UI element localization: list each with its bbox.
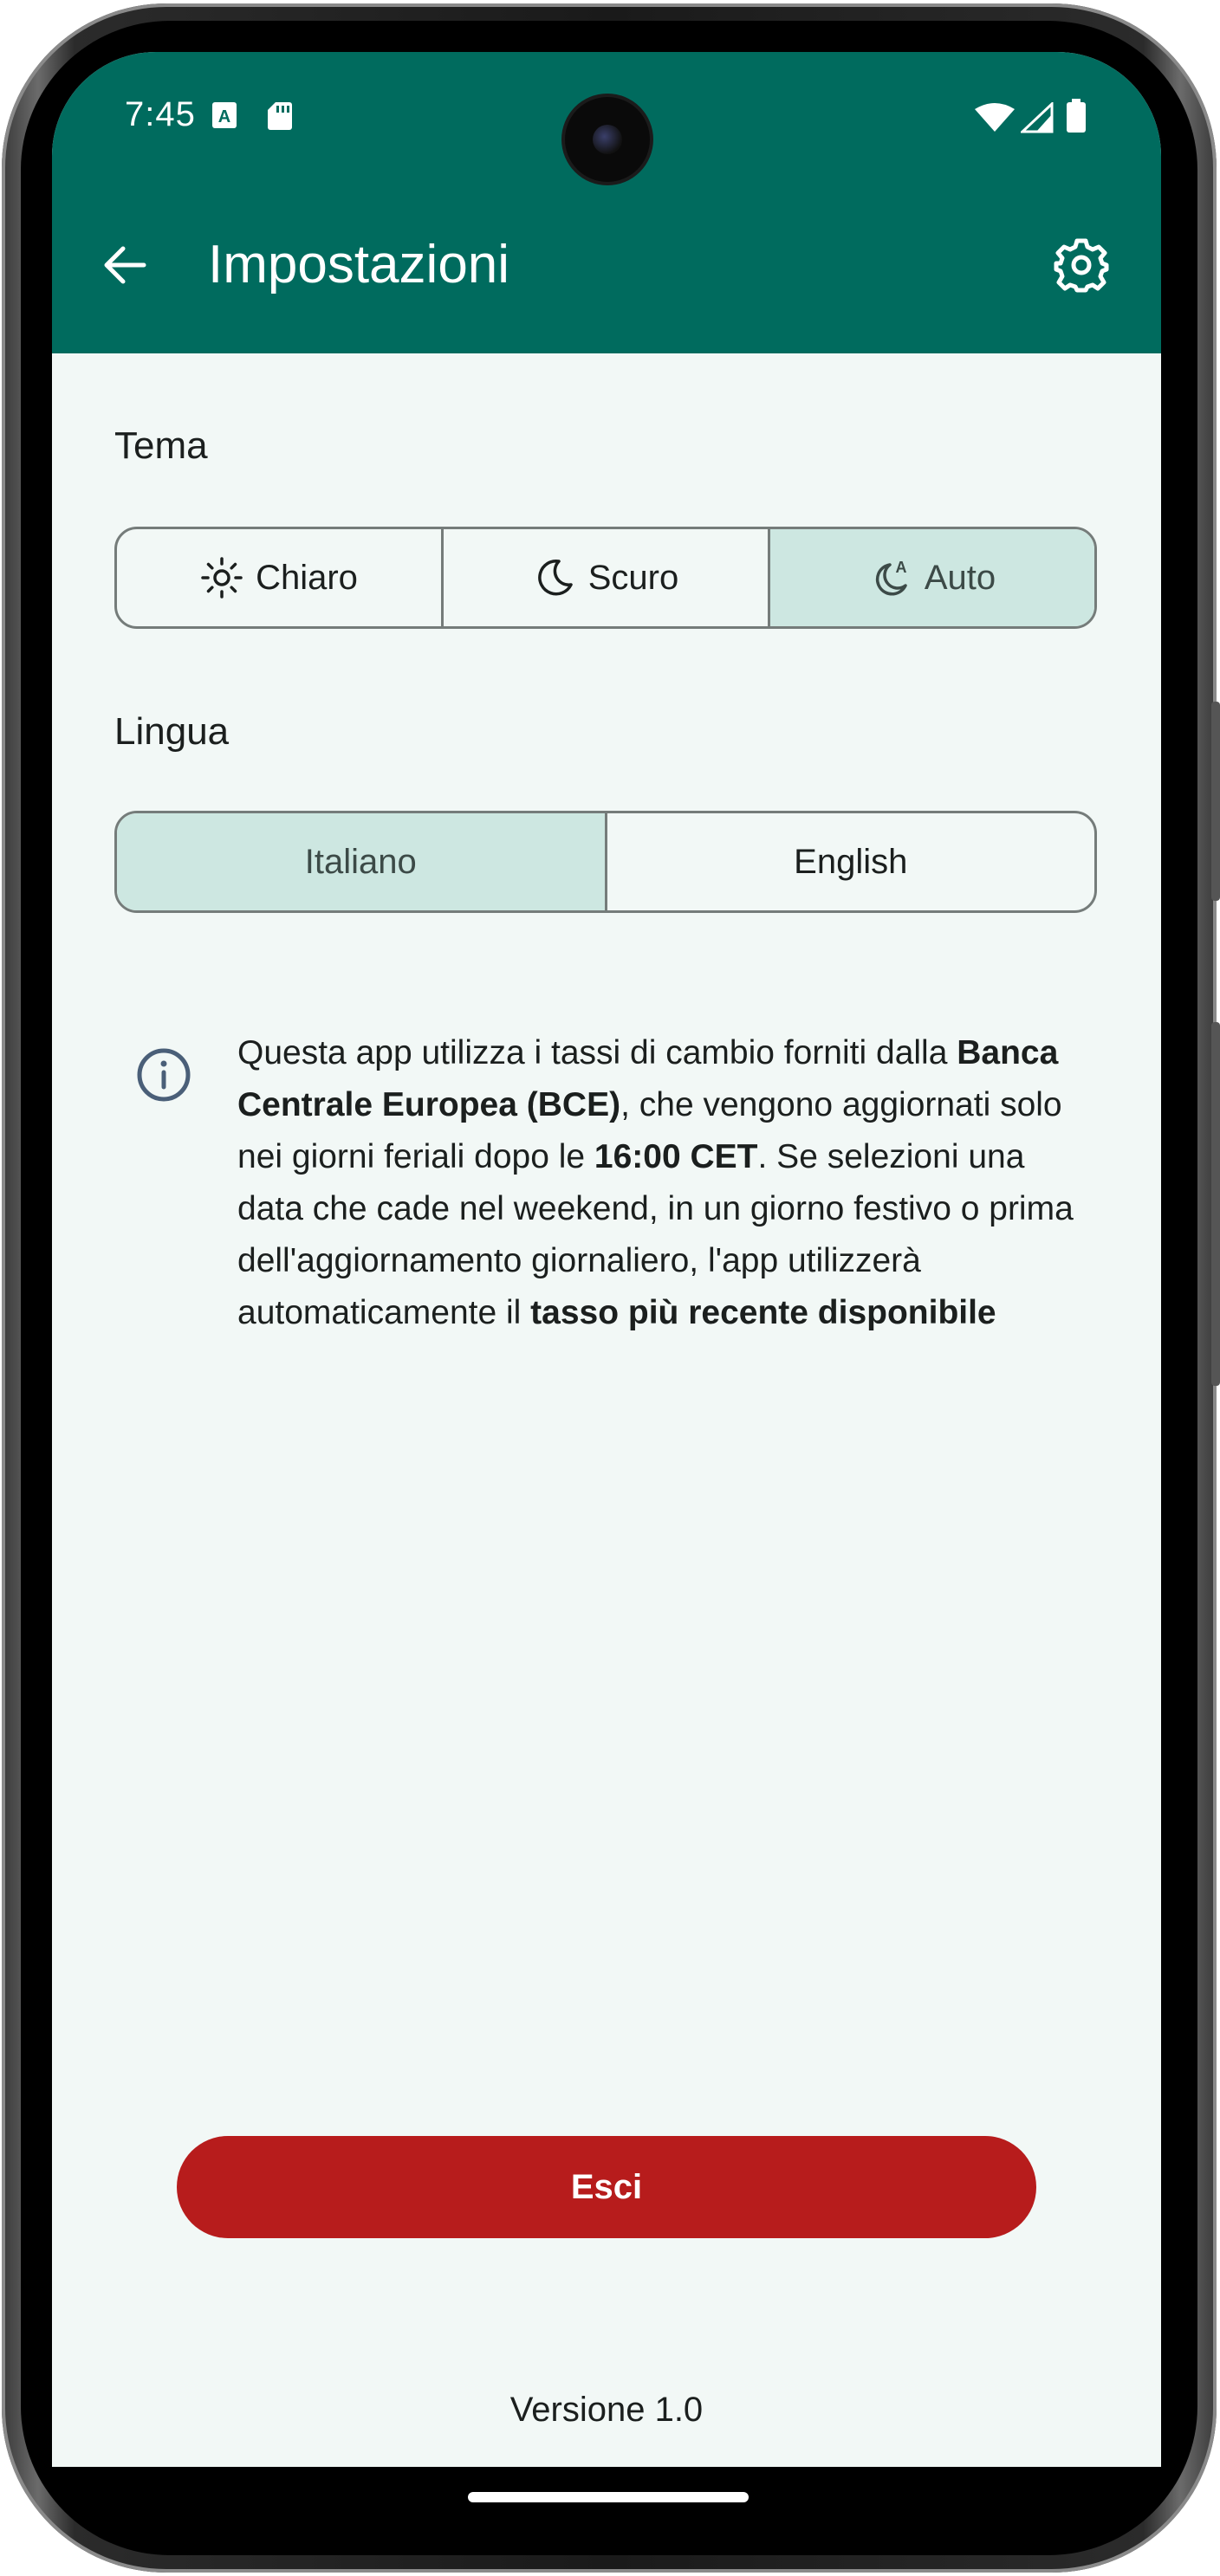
theme-label: Tema xyxy=(114,424,208,467)
home-indicator[interactable] xyxy=(468,2492,749,2502)
theme-option-label: Chiaro xyxy=(256,558,358,597)
moon-auto-icon: A xyxy=(875,559,907,596)
language-option-english[interactable]: English xyxy=(607,813,1095,910)
language-label: Lingua xyxy=(114,710,230,753)
front-camera xyxy=(565,97,650,182)
theme-option-label: Scuro xyxy=(587,558,679,597)
signal-icon xyxy=(1021,102,1054,133)
language-option-label: English xyxy=(794,842,908,881)
wifi-icon xyxy=(975,103,1015,132)
theme-segmented-control: Chiaro Scuro A Auto xyxy=(114,527,1097,629)
a-badge-icon: A xyxy=(212,102,237,128)
moon-icon xyxy=(537,560,573,596)
svg-text:A: A xyxy=(895,559,906,576)
theme-option-auto[interactable]: A Auto xyxy=(770,529,1094,626)
status-bar: 7:45 A xyxy=(52,52,1161,191)
app-bar: 7:45 A Impostazioni xyxy=(52,52,1161,353)
exit-button[interactable]: Esci xyxy=(177,2136,1036,2238)
power-button xyxy=(1211,1022,1220,1386)
info-icon xyxy=(137,1048,191,1102)
info-bold-time: 16:00 CET xyxy=(594,1138,758,1175)
version-label: Versione 1.0 xyxy=(509,2391,704,2429)
language-option-italian[interactable]: Italiano xyxy=(117,813,607,910)
page-title: Impostazioni xyxy=(208,235,510,294)
svg-text:A: A xyxy=(218,107,230,126)
sd-card-icon xyxy=(268,102,292,130)
info-bold-rate: tasso più recente disponibile xyxy=(530,1294,996,1331)
sun-icon xyxy=(201,557,243,599)
theme-option-light[interactable]: Chiaro xyxy=(117,529,444,626)
theme-option-dark[interactable]: Scuro xyxy=(444,529,770,626)
arrow-back-icon[interactable] xyxy=(94,234,156,296)
theme-option-label: Auto xyxy=(924,558,996,597)
language-segmented-control: Italiano English xyxy=(114,811,1097,913)
language-option-label: Italiano xyxy=(304,842,417,881)
info-text: Questa app utilizza i tassi di cambio fo… xyxy=(237,1027,1095,1339)
volume-button xyxy=(1211,702,1220,901)
gear-icon[interactable] xyxy=(1050,234,1113,296)
info-text-part: Questa app utilizza i tassi di cambio fo… xyxy=(237,1034,957,1071)
screen: 7:45 A Impostazioni Tema Chiaro Scuro A … xyxy=(52,52,1161,2467)
status-time: 7:45 xyxy=(125,95,196,133)
battery-icon xyxy=(1067,99,1086,133)
